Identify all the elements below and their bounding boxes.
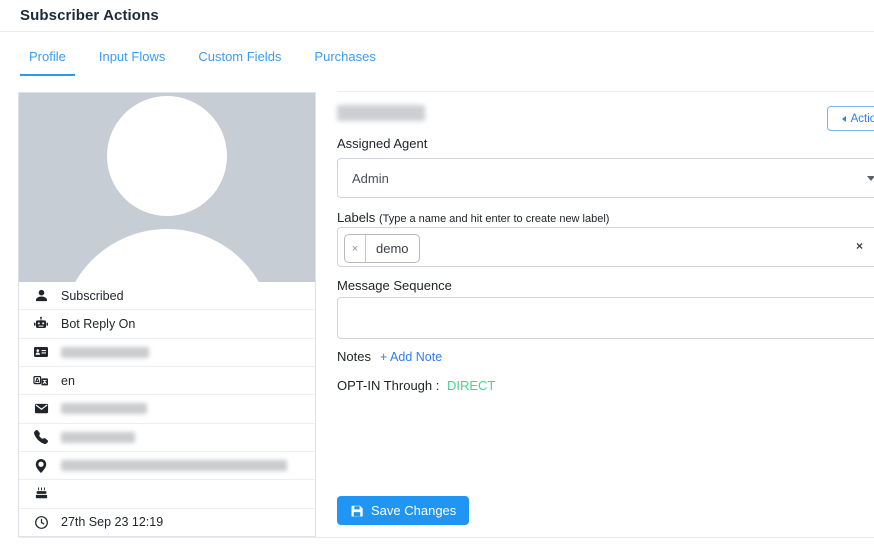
assigned-agent-select[interactable]: Admin <box>337 158 874 198</box>
redacted-text <box>61 403 147 414</box>
location-pin-icon <box>33 458 49 474</box>
message-sequence-input[interactable] <box>337 297 874 339</box>
optin-label: OPT-IN Through : <box>337 378 439 393</box>
redacted-text <box>61 347 149 358</box>
person-placeholder-icon <box>19 93 315 282</box>
subscriber-details-list: Subscribed Bot Reply On <box>19 282 315 536</box>
subscriber-id-row <box>19 338 315 366</box>
chip-remove-button[interactable]: × <box>345 235 366 262</box>
save-changes-button[interactable]: Save Changes <box>337 496 469 525</box>
subscriber-name-redacted <box>337 105 425 121</box>
notes-row: Notes + Add Note <box>337 349 442 364</box>
label-chip: × demo <box>344 234 420 263</box>
optin-value: DIRECT <box>447 378 495 393</box>
phone-icon <box>33 429 49 445</box>
clock-icon <box>33 514 49 530</box>
email-row <box>19 394 315 422</box>
language-icon: A <box>33 373 49 389</box>
redacted-text <box>61 432 135 443</box>
language-value: en <box>61 374 75 388</box>
id-card-icon <box>33 344 49 360</box>
tab-input-flows[interactable]: Input Flows <box>90 39 174 76</box>
tab-profile[interactable]: Profile <box>20 39 75 76</box>
page-title: Subscriber Actions <box>20 7 159 24</box>
labels-label: Labels (Type a name and hit enter to cre… <box>337 210 609 225</box>
content-bottom-divider <box>18 537 874 538</box>
robot-icon <box>33 316 49 332</box>
tab-custom-fields[interactable]: Custom Fields <box>189 39 290 76</box>
labels-hint: (Type a name and hit enter to create new… <box>379 213 610 225</box>
bot-reply-status: Bot Reply On <box>61 317 135 331</box>
language-row: A en <box>19 366 315 394</box>
birthday-row <box>19 479 315 507</box>
labels-input[interactable]: × demo × <box>337 227 874 267</box>
actions-button[interactable]: Actions <box>827 106 874 131</box>
tab-purchases[interactable]: Purchases <box>305 39 384 76</box>
bot-reply-row: Bot Reply On <box>19 309 315 337</box>
svg-text:A: A <box>35 377 40 384</box>
subscriber-status-row: Subscribed <box>19 282 315 309</box>
created-date-row: 27th Sep 23 12:19 <box>19 508 315 536</box>
chip-label: demo <box>366 235 419 262</box>
optin-row: OPT-IN Through : DIRECT <box>337 378 495 393</box>
cake-icon <box>33 486 49 502</box>
page-header: Subscriber Actions <box>0 0 874 32</box>
envelope-icon <box>33 401 49 417</box>
actions-button-label: Actions <box>851 113 874 125</box>
labels-label-text: Labels <box>337 210 375 225</box>
assigned-agent-label: Assigned Agent <box>337 136 427 151</box>
subscriber-profile-card: Subscribed Bot Reply On <box>18 92 316 537</box>
notes-label: Notes <box>337 349 371 364</box>
add-note-button[interactable]: + Add Note <box>380 350 442 364</box>
tab-bar: Profile Input Flows Custom Fields Purcha… <box>0 31 874 76</box>
save-changes-label: Save Changes <box>371 503 456 518</box>
location-row <box>19 451 315 479</box>
message-sequence-label: Message Sequence <box>337 278 452 293</box>
subscriber-detail-panel: Actions Assigned Agent Admin Labels (Typ… <box>337 91 874 546</box>
avatar <box>19 93 315 282</box>
phone-row <box>19 423 315 451</box>
subscriber-status: Subscribed <box>61 289 124 303</box>
assigned-agent-value: Admin <box>352 171 389 186</box>
person-icon <box>33 288 49 304</box>
created-date: 27th Sep 23 12:19 <box>61 515 163 529</box>
redacted-text <box>61 460 287 471</box>
save-icon <box>350 504 364 518</box>
labels-clear-button[interactable]: × <box>856 240 863 252</box>
caret-left-icon <box>842 116 846 122</box>
chevron-down-icon <box>867 176 874 181</box>
